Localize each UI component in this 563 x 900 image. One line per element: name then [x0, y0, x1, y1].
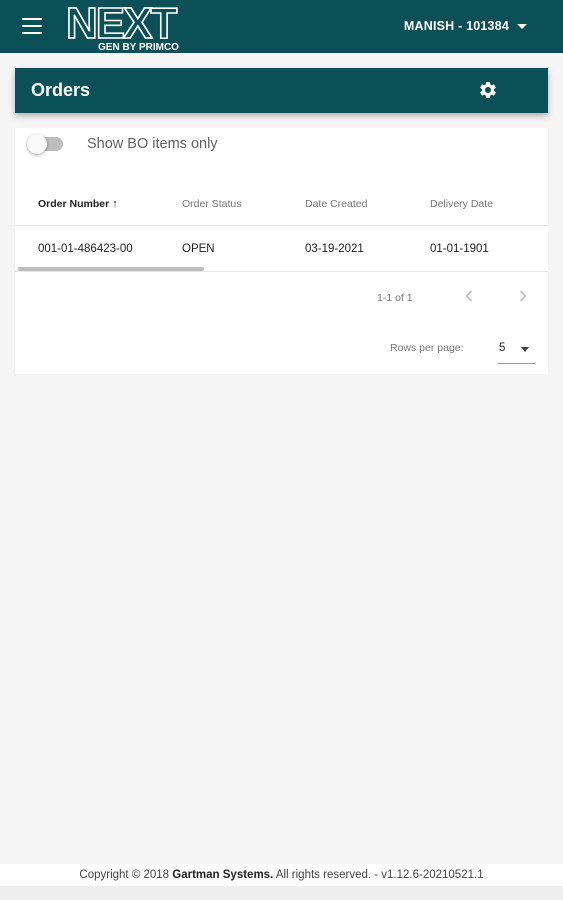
toggle-label: Show BO items only: [87, 136, 218, 152]
table-header: Order Number ↑ Order Status Date Created …: [15, 186, 548, 226]
cell-delivery-date: 01-01-1901: [430, 243, 489, 255]
orders-header: Orders: [15, 68, 548, 113]
show-bo-toggle[interactable]: Show BO items only: [27, 134, 218, 154]
chevron-left-icon[interactable]: [459, 286, 479, 306]
horizontal-scrollbar[interactable]: [18, 267, 204, 271]
cell-order-number: 001-01-486423-00: [38, 243, 133, 255]
page-title: Orders: [31, 80, 91, 100]
user-name: MANISH - 101384: [403, 19, 509, 33]
sort-arrow-up-icon: ↑: [112, 198, 118, 210]
pagination: 1-1 of 1: [15, 278, 548, 318]
column-header-order-number[interactable]: Order Number ↑: [38, 198, 118, 210]
app-bar: NEXT GEN BY PRIMCO MANISH - 101384: [0, 0, 563, 53]
rows-per-page-select[interactable]: 5: [498, 336, 535, 364]
column-header-date-created[interactable]: Date Created: [305, 198, 367, 210]
rows-per-page-value: 5: [499, 342, 506, 354]
cell-order-status: OPEN: [182, 243, 215, 255]
page-range: 1-1 of 1: [377, 292, 413, 304]
footer-bottom-strip: [0, 886, 563, 900]
rows-per-page-label: Rows per page:: [390, 342, 464, 354]
logo-main-text: NEXT: [66, 0, 177, 48]
caret-down-icon: [517, 23, 527, 29]
rows-per-page: Rows per page: 5: [15, 328, 548, 368]
next-logo: NEXT GEN BY PRIMCO: [65, 0, 180, 53]
logo-sub-text: GEN BY PRIMCO: [98, 42, 179, 53]
footer: Copyright © 2018 Gartman Systems. All ri…: [0, 864, 563, 886]
cell-date-created: 03-19-2021: [305, 243, 364, 255]
orders-card: Show BO items only Order Number ↑ Order S…: [15, 128, 548, 374]
caret-down-icon: [521, 347, 529, 352]
hamburger-menu-icon[interactable]: [22, 18, 42, 34]
chevron-right-icon[interactable]: [513, 286, 533, 306]
table-row[interactable]: 001-01-486423-00 OPEN 03-19-2021 01-01-1…: [15, 226, 548, 272]
footer-prefix: Copyright © 2018: [79, 869, 173, 881]
footer-suffix: All rights reserved. - v1.12.6-20210521.…: [273, 869, 484, 881]
column-header-order-status[interactable]: Order Status: [182, 198, 242, 210]
user-menu[interactable]: MANISH - 101384: [404, 19, 527, 33]
column-header-delivery-date[interactable]: Delivery Date: [430, 198, 493, 210]
gear-icon[interactable]: [478, 80, 498, 100]
toggle-thumb[interactable]: [27, 134, 47, 154]
toggle-track[interactable]: [27, 134, 63, 154]
footer-company: Gartman Systems.: [172, 869, 274, 881]
